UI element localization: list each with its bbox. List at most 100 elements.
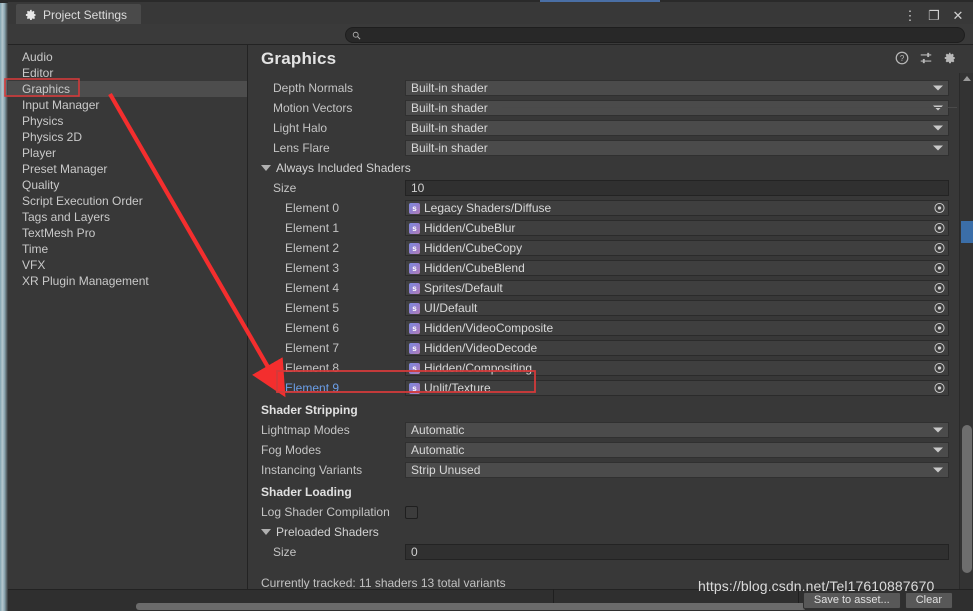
stripping-label: Instancing Variants [261,463,363,477]
sidebar-item-input-manager[interactable]: Input Manager [8,97,247,113]
element-label: Element 7 [285,341,340,355]
object-picker-icon[interactable] [934,302,945,314]
scrollbar-thumb[interactable] [962,425,972,573]
builtin-shader-dropdown[interactable]: Built-in shader [405,120,949,136]
preloaded-size-row: Size 0 [249,542,973,562]
shader-name: Legacy Shaders/Diffuse [424,201,552,215]
object-picker-icon[interactable] [934,222,945,234]
size-value: 10 [411,181,425,195]
shader-object-field[interactable]: s Hidden/VideoDecode [405,340,949,356]
title-bar: Project Settings ⋮ ❐ ✕ [8,2,973,26]
shader-name: Hidden/VideoDecode [424,341,538,355]
close-icon[interactable]: ✕ [947,5,969,25]
sidebar-list: Audio Editor Graphics Input Manager Physics P… [8,49,247,289]
builtin-shader-dropdown[interactable]: Built-in shader [405,80,949,96]
object-picker-icon[interactable] [934,342,945,354]
preloaded-shaders-foldout[interactable]: Preloaded Shaders [249,522,973,542]
shader-asset-icon: s [409,222,420,234]
element-label: Element 8 [285,361,340,375]
shader-object-field[interactable]: s Hidden/VideoComposite [405,320,949,336]
object-picker-icon[interactable] [934,362,945,374]
sidebar-item-player[interactable]: Player [8,145,247,161]
object-picker-icon[interactable] [934,242,945,254]
sidebar-item-xr-plugin-management[interactable]: XR Plugin Management [8,273,247,289]
stripping-value: Automatic [411,443,465,457]
size-input[interactable]: 10 [405,180,949,196]
shader-name: Hidden/VideoComposite [424,321,554,335]
sidebar-item-script-execution-order[interactable]: Script Execution Order [8,193,247,209]
shader-object-field[interactable]: s Hidden/Compositing [405,360,949,376]
horizontal-scrollbar[interactable] [136,603,806,610]
element-label: Element 0 [285,201,340,215]
sidebar-item-label: XR Plugin Management [22,274,149,288]
object-picker-icon[interactable] [934,282,945,294]
stripping-dropdown[interactable]: Automatic [405,422,949,438]
scroll-up-icon[interactable] [963,76,971,81]
shader-object-field[interactable]: s Sprites/Default [405,280,949,296]
shader-object-field[interactable]: s Hidden/CubeBlend [405,260,949,276]
svg-text:?: ? [900,54,905,63]
always-included-label: Always Included Shaders [276,161,411,175]
chevron-down-icon [933,125,943,131]
shader-element-row: Element 2 s Hidden/CubeCopy [249,238,973,258]
maximize-icon[interactable]: ❐ [923,5,945,25]
shader-name: Hidden/CubeCopy [424,241,523,255]
preloaded-size-input[interactable]: 0 [405,544,949,560]
stripping-value: Automatic [411,423,465,437]
sidebar-item-textmesh-pro[interactable]: TextMesh Pro [8,225,247,241]
clear-button[interactable]: Clear [904,592,953,609]
shader-stripping-row: Instancing Variants Strip Unused [249,460,973,480]
shader-name: UI/Default [424,301,478,315]
always-included-foldout[interactable]: Always Included Shaders [249,158,973,178]
builtin-shader-dropdown[interactable]: Built-in shader [405,100,949,116]
object-picker-icon[interactable] [934,262,945,274]
stripping-label: Lightmap Modes [261,423,350,437]
shader-object-field[interactable]: s Unlit/Texture [405,380,949,396]
shader-object-field[interactable]: s Legacy Shaders/Diffuse [405,200,949,216]
sidebar-item-editor[interactable]: Editor [8,65,247,81]
sidebar-item-label: Graphics [22,82,71,96]
toolbar [8,24,973,45]
element-label: Element 3 [285,261,340,275]
shader-object-field[interactable]: s UI/Default [405,300,949,316]
shader-asset-icon: s [409,262,420,274]
stripping-dropdown[interactable]: Automatic [405,442,949,458]
gear-icon[interactable] [943,51,957,65]
sidebar-item-graphics[interactable]: Graphics [8,81,247,97]
object-picker-icon[interactable] [934,382,945,394]
preset-icon[interactable] [919,51,933,65]
tab-project-settings[interactable]: Project Settings [16,4,142,26]
save-to-asset-button[interactable]: Save to asset... [802,592,901,609]
sidebar-item-physics-2d[interactable]: Physics 2D [8,129,247,145]
sidebar-item-time[interactable]: Time [8,241,247,257]
builtin-shader-value: Built-in shader [411,121,488,135]
search-box[interactable] [345,27,965,43]
help-icon[interactable]: ? [895,51,909,65]
sidebar-item-preset-manager[interactable]: Preset Manager [8,161,247,177]
builtin-shader-dropdown[interactable]: Built-in shader [405,140,949,156]
chevron-down-icon [933,85,943,91]
log-shader-compilation-checkbox[interactable] [405,505,418,519]
sidebar-item-physics[interactable]: Physics [8,113,247,129]
element-label: Element 4 [285,281,340,295]
sidebar-item-audio[interactable]: Audio [8,49,247,65]
stripping-label: Fog Modes [261,443,322,457]
shader-object-field[interactable]: s Hidden/CubeCopy [405,240,949,256]
stripping-dropdown[interactable]: Strip Unused [405,462,949,478]
builtin-shader-value: Built-in shader [411,141,488,155]
sidebar-item-quality[interactable]: Quality [8,177,247,193]
shader-object-field[interactable]: s Hidden/CubeBlur [405,220,949,236]
builtin-shader-label: Depth Normals [273,81,354,95]
shader-asset-icon: s [409,242,420,254]
kebab-menu-icon[interactable]: ⋮ [899,5,921,25]
settings-sidebar: Audio Editor Graphics Input Manager Physics P… [8,45,248,589]
vertical-scrollbar[interactable] [959,73,973,589]
shader-element-row: Element 5 s UI/Default [249,298,973,318]
object-picker-icon[interactable] [934,202,945,214]
sidebar-item-tags-and-layers[interactable]: Tags and Layers [8,209,247,225]
object-picker-icon[interactable] [934,322,945,334]
builtin-shader-row: Lens Flare Built-in shader [249,138,973,158]
shader-name: Hidden/CubeBlend [424,261,525,275]
sidebar-item-vfx[interactable]: VFX [8,257,247,273]
search-input[interactable] [365,29,964,41]
